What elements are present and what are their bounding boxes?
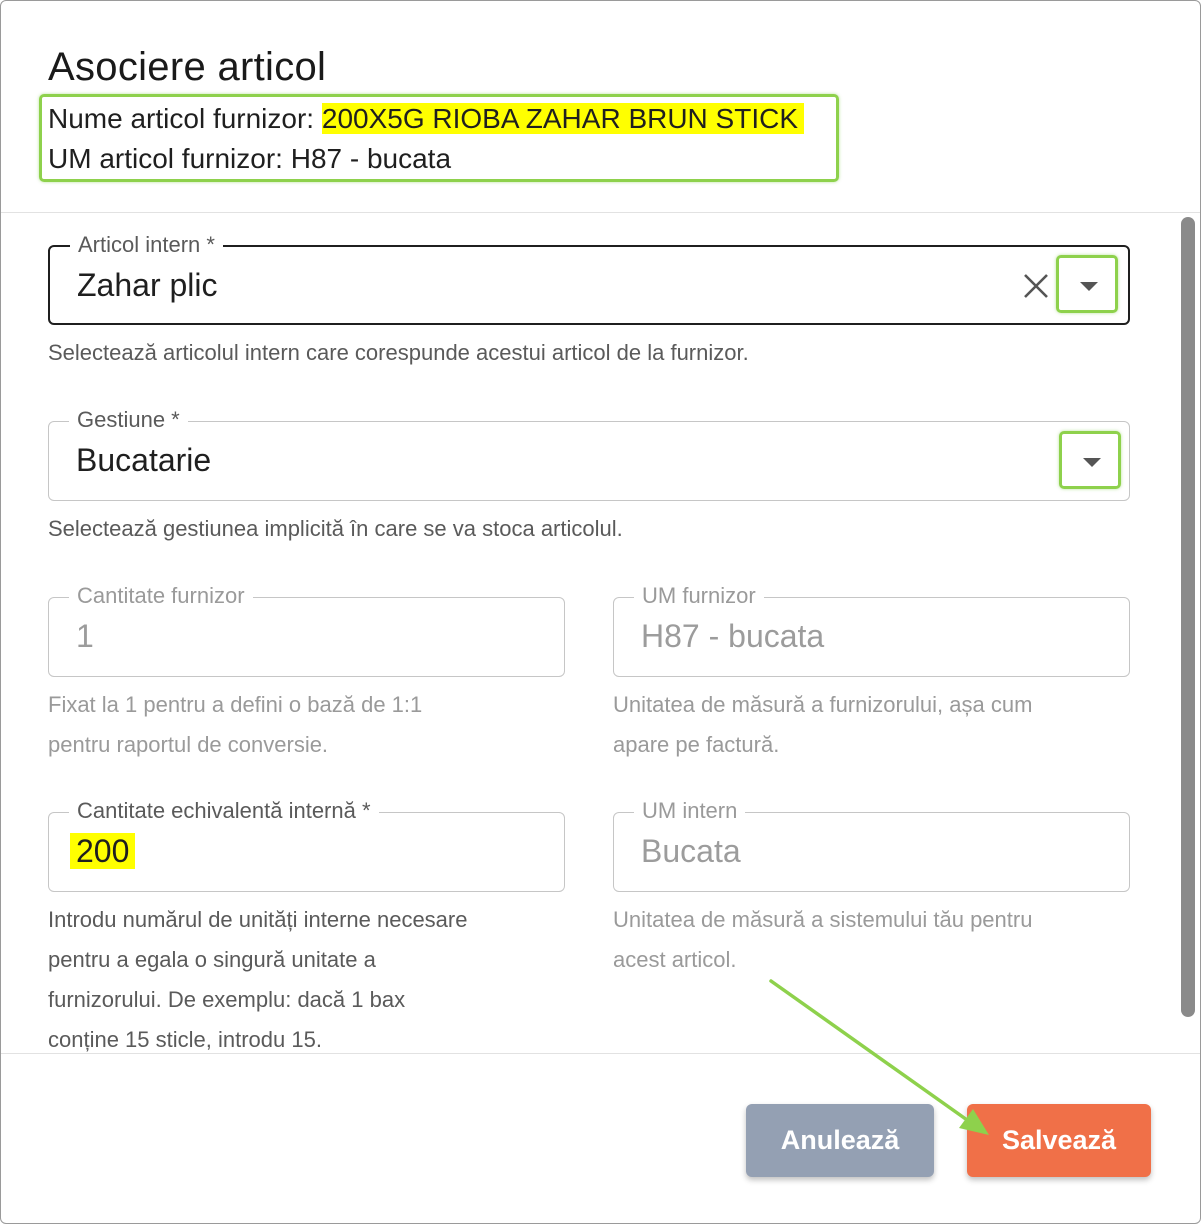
associate-item-dialog: Asociere articol Nume articol furnizor: …	[0, 0, 1201, 1224]
arrow-icon	[769, 979, 989, 1135]
